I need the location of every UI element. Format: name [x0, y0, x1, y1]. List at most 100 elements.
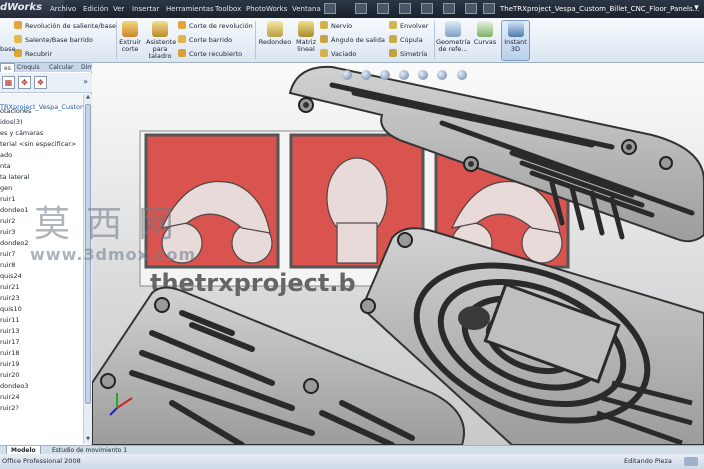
open-folder-icon[interactable] — [377, 3, 389, 14]
undo-icon[interactable] — [443, 3, 455, 14]
zoom-to-fit-icon[interactable] — [342, 70, 352, 80]
expand-chevron-icon[interactable]: » — [83, 77, 88, 86]
reference-geometry-icon — [445, 21, 461, 37]
wrap-button[interactable]: Envolver — [389, 21, 428, 32]
menu-herramientas[interactable]: Herramientas — [166, 5, 214, 13]
rib-button[interactable]: Nervio — [320, 21, 352, 32]
tree-item[interactable]: idos(3) — [0, 117, 82, 128]
tree-item[interactable]: ruir21 — [0, 282, 82, 293]
sweep-icon — [14, 35, 22, 43]
reference-geometry-button[interactable]: Geometría de refe... — [436, 21, 470, 53]
draft-icon — [320, 35, 328, 43]
menu-ver[interactable]: Ver — [113, 5, 124, 13]
tree-item[interactable]: dondeo1 — [0, 205, 82, 216]
tree-item[interactable]: ruir1 — [0, 194, 82, 205]
ribbon-separator — [116, 21, 117, 59]
tree-item[interactable]: ado — [0, 150, 82, 161]
tree-item[interactable]: terial <sin especificar> — [0, 139, 82, 150]
scroll-down-icon[interactable]: ▼ — [84, 436, 92, 444]
linear-pattern-button[interactable]: Matriz lineal — [294, 21, 318, 53]
revolve-icon — [14, 21, 22, 29]
shell-icon — [320, 49, 328, 57]
dome-button[interactable]: Cúpula — [389, 35, 423, 46]
tree-item[interactable]: dondeo2 — [0, 238, 82, 249]
loft-boss-button[interactable]: Recubrir — [14, 49, 52, 60]
tree-item[interactable]: ruir24 — [0, 392, 82, 403]
curves-icon — [477, 21, 493, 37]
tree-item[interactable]: nta — [0, 161, 82, 172]
hole-wizard-button[interactable]: Asistente para taladro — [146, 21, 176, 60]
menu-edicion[interactable]: Edición — [83, 5, 108, 13]
scroll-thumb[interactable] — [85, 104, 91, 404]
tree-item[interactable]: ruir7 — [0, 249, 82, 260]
shell-button[interactable]: Vaciado — [320, 49, 356, 60]
tree-root[interactable]: TRXproject_Vespa_Custom — [0, 94, 86, 111]
document-title: TheTRXproject_Vespa_Custom_Billet_CNC_Fl… — [500, 5, 700, 13]
menu-photoworks[interactable]: PhotoWorks — [246, 5, 287, 13]
tree-item[interactable]: dondeo3 — [0, 381, 82, 392]
feature-manager-panel: es Croquis Calcular DimXpert ▦ ✥ ❖ » TRX… — [0, 63, 92, 445]
fillet-button[interactable]: Redondeo — [258, 21, 292, 46]
instant3d-button[interactable]: Instant 3D — [502, 21, 529, 53]
tree-item[interactable]: es y cámaras — [0, 128, 82, 139]
tree-item[interactable]: ruir19 — [0, 359, 82, 370]
menu-archivo[interactable]: Archivo — [50, 5, 76, 13]
print-icon[interactable] — [421, 3, 433, 14]
mirror-button[interactable]: Simetría — [389, 49, 427, 60]
tab-dimxpert[interactable]: DimXpert — [78, 63, 92, 72]
tree-item[interactable]: ruir18 — [0, 348, 82, 359]
tree-item[interactable]: quis10 — [0, 304, 82, 315]
swept-cut-icon — [178, 35, 186, 43]
tab-evaluate[interactable]: Calcular — [46, 63, 76, 72]
tree-item[interactable]: ruir20 — [0, 370, 82, 381]
tree-item[interactable]: ruir17 — [0, 337, 82, 348]
tree-item[interactable]: ruir13 — [0, 326, 82, 337]
lofted-cut-button[interactable]: Corte recubierto — [178, 49, 242, 60]
property-manager-tab-icon[interactable]: ✥ — [18, 76, 31, 89]
sweep-boss-button[interactable]: Salente/Base barrido — [14, 35, 93, 46]
menu-toolbox[interactable]: Toolbox — [215, 5, 241, 13]
linear-pattern-icon — [298, 21, 314, 37]
scroll-up-icon[interactable]: ▲ — [84, 94, 92, 102]
model-view: thetrxproject.b — [92, 65, 704, 445]
menu-ventana[interactable]: Ventana — [292, 5, 321, 13]
tree-scrollbar[interactable]: ▲ ▼ — [83, 94, 92, 444]
new-document-icon[interactable] — [355, 3, 367, 14]
extruded-cut-button[interactable]: Extruir corte — [118, 21, 142, 53]
ribbon-separator — [255, 21, 256, 59]
configuration-manager-tab-icon[interactable]: ❖ — [34, 76, 47, 89]
options-icon[interactable] — [483, 3, 495, 14]
tree-item[interactable]: ruir2 — [0, 216, 82, 227]
revolve-cut-icon — [178, 21, 186, 29]
graphics-area[interactable]: thetrxproject.b — [92, 63, 704, 445]
tree-item[interactable]: gen — [0, 183, 82, 194]
revolve-cut-button[interactable]: Corte de revolución — [178, 21, 253, 32]
menu-insertar[interactable]: Insertar — [132, 5, 159, 13]
feature-tree: otaciones idos(3) es y cámaras terial <sin … — [0, 106, 82, 414]
tree-item[interactable]: ruir8 — [0, 260, 82, 271]
tree-item[interactable]: ruir2? — [0, 403, 82, 414]
tree-item[interactable]: ruir11 — [0, 315, 82, 326]
tree-item[interactable]: quis24 — [0, 271, 82, 282]
hide-show-icon[interactable] — [456, 70, 467, 80]
ribbon-separator — [434, 21, 435, 59]
save-icon[interactable] — [399, 3, 411, 14]
help-icon[interactable] — [324, 3, 336, 14]
swept-cut-button[interactable]: Corte barrido — [178, 35, 232, 46]
revolve-boss-button[interactable]: Revolución de saliente/base — [14, 21, 116, 32]
dome-icon — [389, 35, 397, 43]
window-control-icon[interactable]: ▾ — [690, 2, 703, 15]
select-icon[interactable] — [465, 3, 477, 14]
tree-item[interactable]: ruir23 — [0, 293, 82, 304]
app-logo[interactable]: dWorks — [0, 2, 42, 13]
draft-button[interactable]: Ángulo de salida — [320, 35, 385, 46]
feature-manager-tab-icon[interactable]: ▦ — [2, 76, 15, 89]
tree-item[interactable]: otaciones — [0, 106, 82, 117]
tab-features[interactable]: es — [0, 63, 15, 72]
tree-item[interactable]: ruir3 — [0, 227, 82, 238]
tree-item[interactable]: ta lateral — [0, 172, 82, 183]
tab-sketch[interactable]: Croquis — [14, 63, 43, 72]
help-status-icon[interactable] — [684, 457, 698, 466]
extrude-boss-label[interactable]: base — [0, 44, 16, 55]
curves-button[interactable]: Curvas — [472, 21, 498, 46]
